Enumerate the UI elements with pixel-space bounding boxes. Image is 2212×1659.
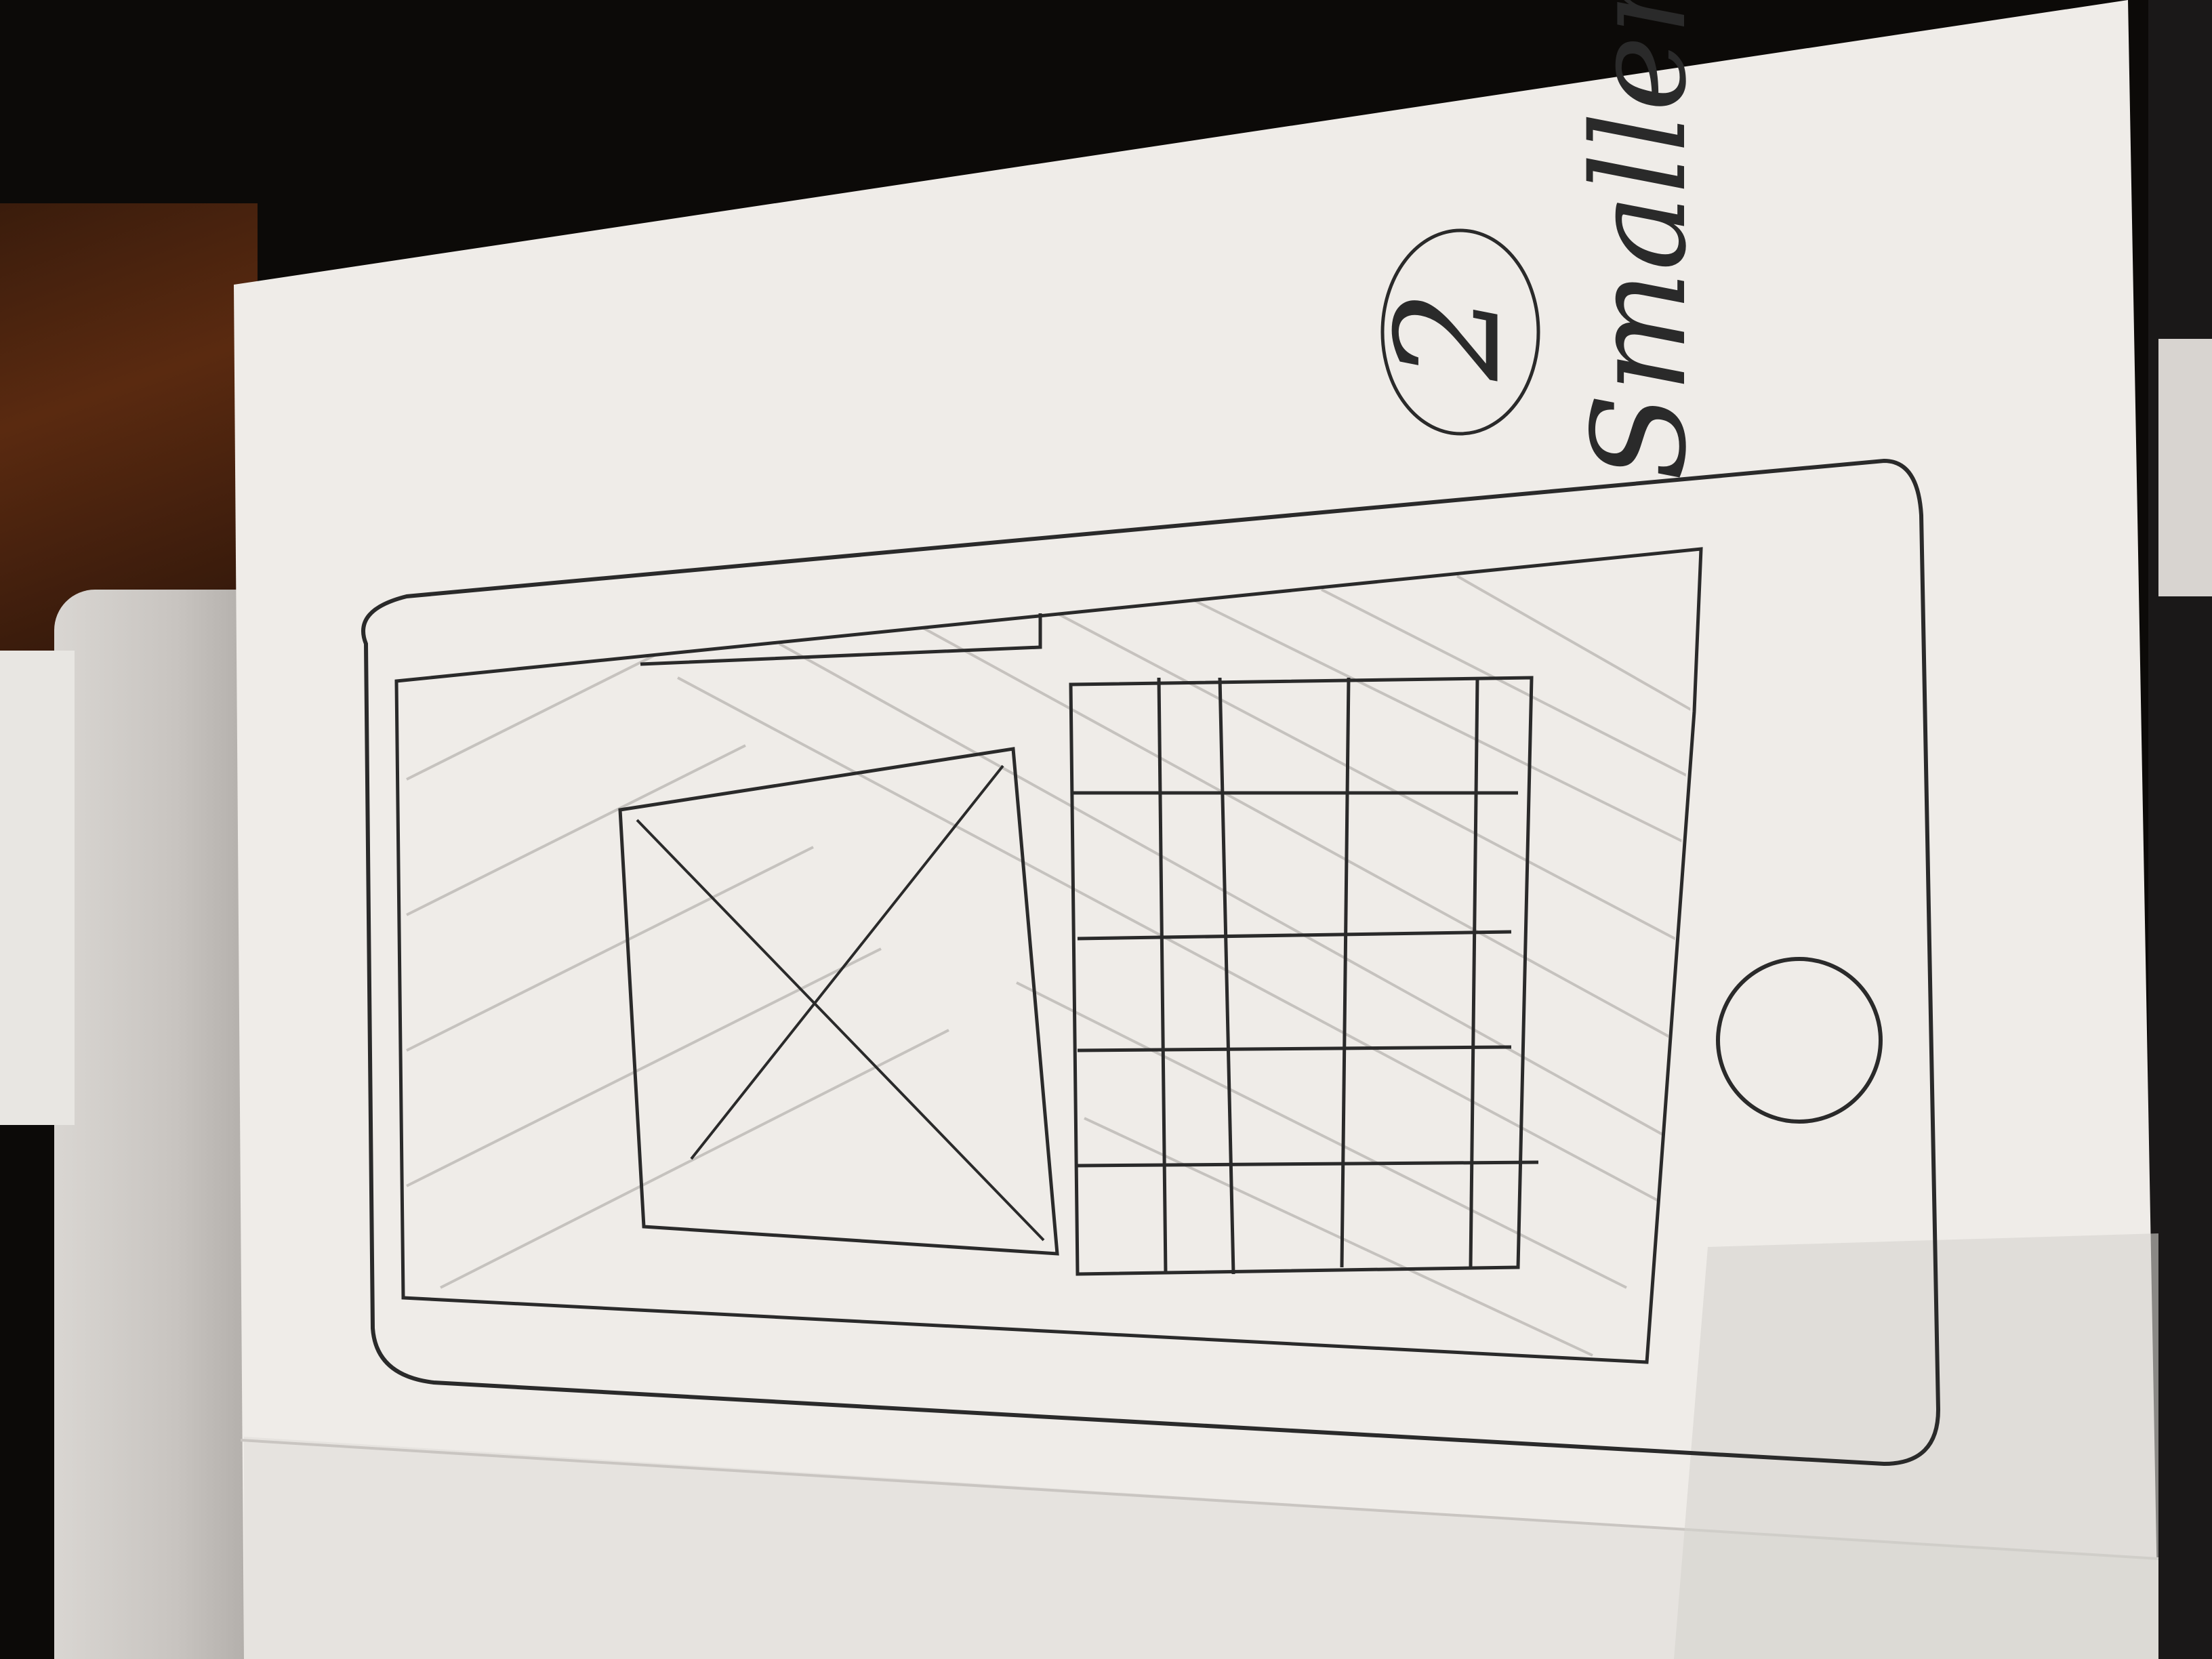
shadow-on-paper xyxy=(1674,1233,2158,1659)
sketch-paper: 2 Smaller xyxy=(234,0,2159,1659)
annotation-number: 2 xyxy=(1366,290,1532,382)
annotation-text: Smaller xyxy=(1565,0,1715,481)
photo-scene: 2 Smaller xyxy=(0,0,2212,1659)
